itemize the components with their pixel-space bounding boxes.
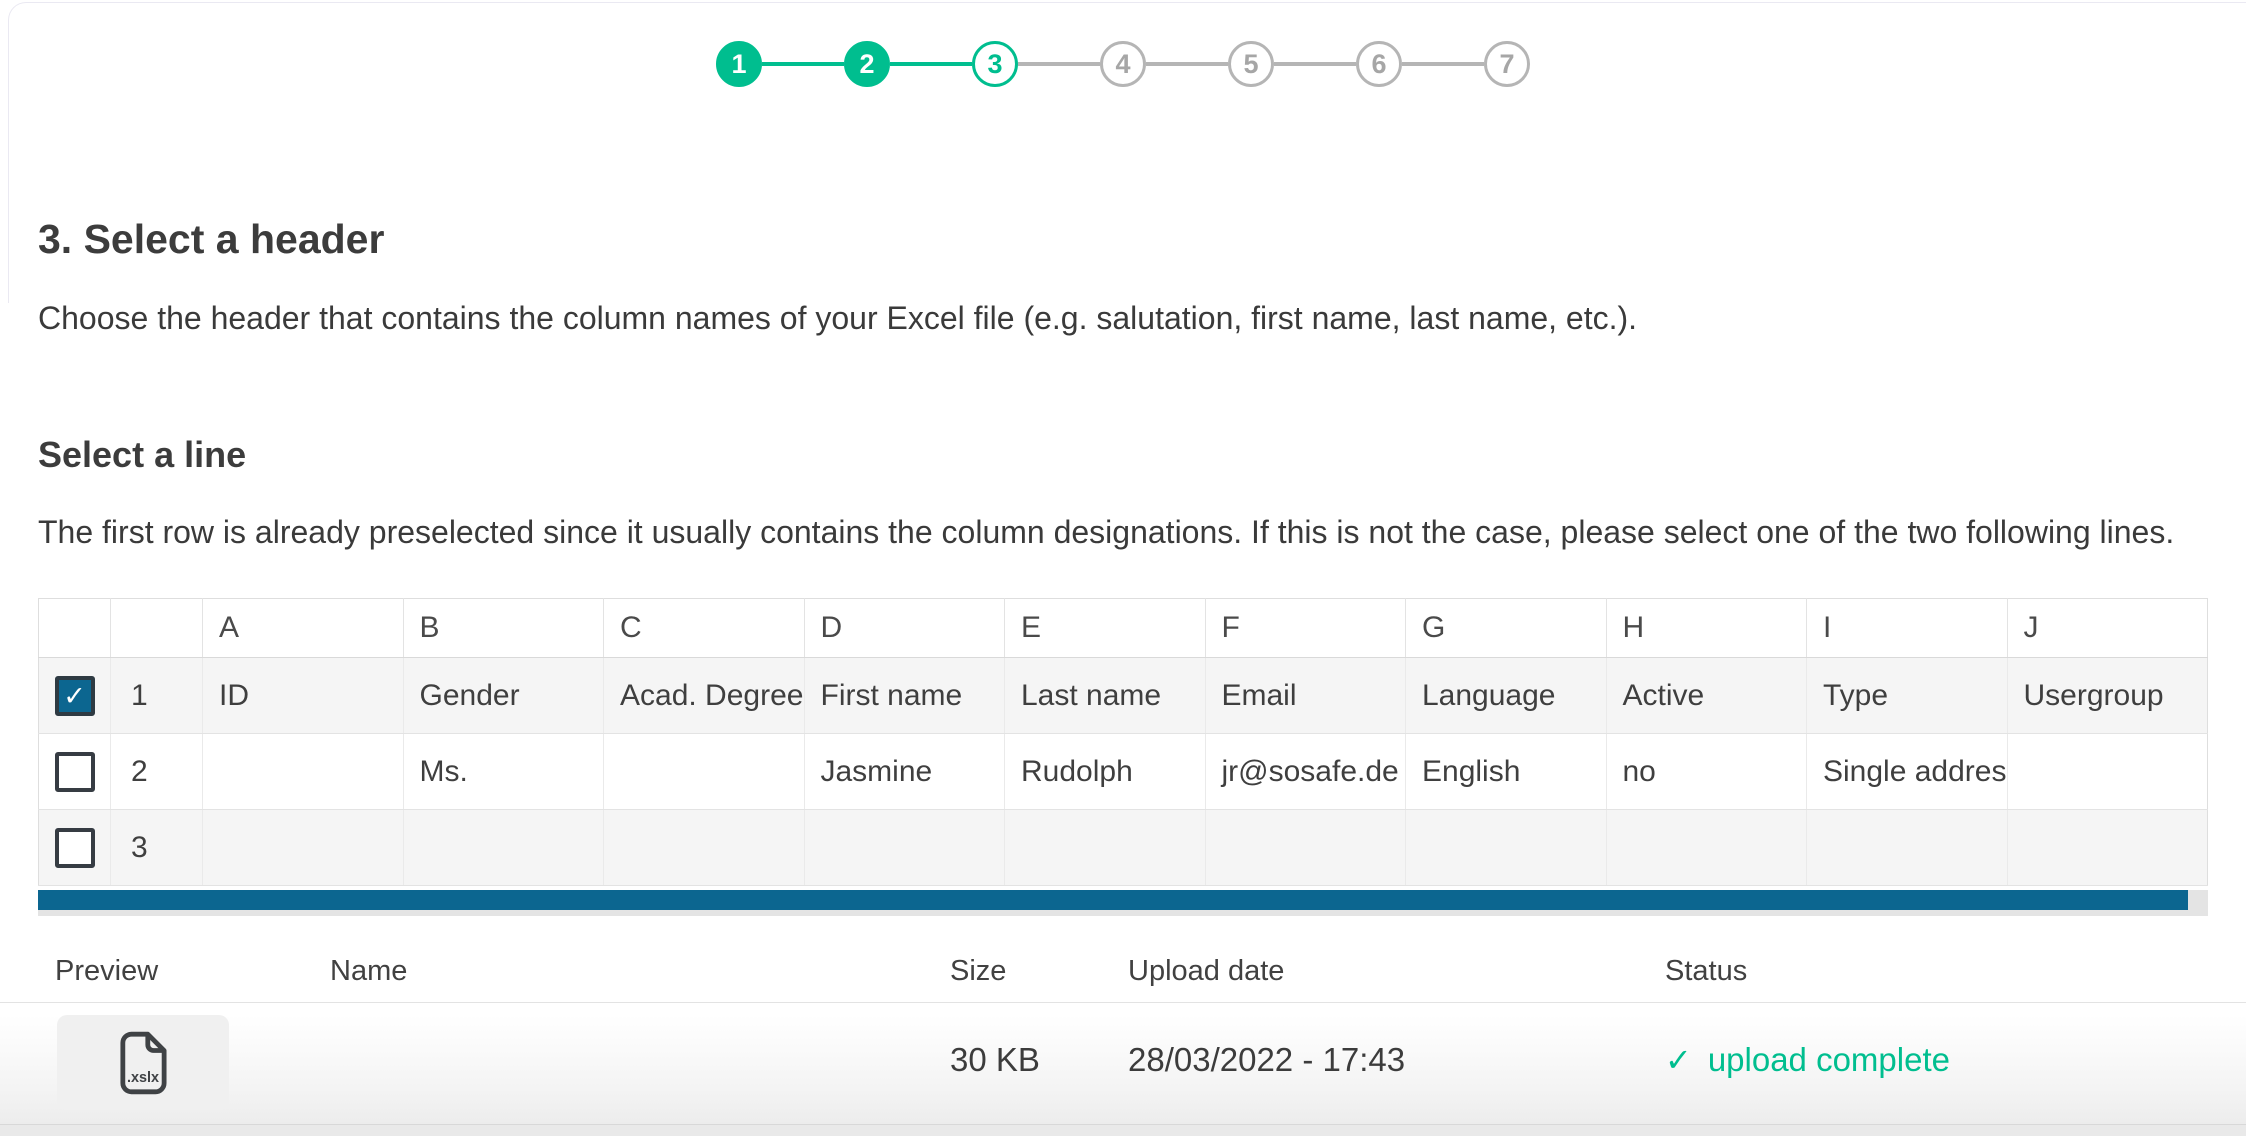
cell: Ms. — [403, 734, 604, 810]
cell: Last name — [1005, 658, 1206, 734]
column-letter: C — [604, 599, 805, 658]
file-status-value: ✓ upload complete — [1665, 1041, 1950, 1079]
step-indicator-6: 6 — [1356, 41, 1402, 87]
file-header-preview: Preview — [55, 955, 158, 988]
file-upload-date-value: 28/03/2022 - 17:43 — [1128, 1041, 1405, 1079]
cell — [1406, 810, 1607, 886]
row-1-checkbox[interactable]: ✓ — [55, 676, 95, 716]
page-intro-text: Choose the header that contains the colu… — [38, 296, 2196, 340]
column-letter: A — [203, 599, 404, 658]
step-indicator-7: 7 — [1484, 41, 1530, 87]
column-letter: F — [1205, 599, 1406, 658]
column-letter: E — [1005, 599, 1206, 658]
corner-cell — [111, 599, 203, 658]
uploaded-file-row: .xslx 30 KB 28/03/2022 - 17:43 ✓ upload … — [0, 1003, 2246, 1125]
check-icon: ✓ — [1665, 1041, 1692, 1079]
column-letter: H — [1606, 599, 1807, 658]
row-number: 3 — [111, 810, 203, 886]
cell — [1005, 810, 1206, 886]
row-number: 1 — [111, 658, 203, 734]
column-letter: I — [1807, 599, 2008, 658]
table-row-3[interactable]: ✓ 3 — [39, 810, 2208, 886]
row-3-checkbox[interactable]: ✓ — [55, 828, 95, 868]
cell — [2007, 810, 2208, 886]
file-list-header-row: Preview Name Size Upload date Status — [0, 955, 2246, 1001]
select-line-title: Select a line — [38, 434, 246, 476]
column-letter: J — [2007, 599, 2208, 658]
cell — [804, 810, 1005, 886]
cell: ID — [203, 658, 404, 734]
cell: Usergroup — [2007, 658, 2208, 734]
cell: Language — [1406, 658, 1607, 734]
page-title: 3. Select a header — [38, 216, 384, 263]
checkmark-icon: ✓ — [59, 680, 91, 712]
xslx-file-icon: .xslx — [119, 1031, 167, 1095]
column-letter: B — [403, 599, 604, 658]
cell — [203, 810, 404, 886]
step-connector-5-6 — [1274, 62, 1356, 66]
cell: Type — [1807, 658, 2008, 734]
file-status-label: upload complete — [1708, 1041, 1950, 1079]
row-2-checkbox[interactable]: ✓ — [55, 752, 95, 792]
wizard-stepper: 1 2 3 4 5 6 7 — [0, 41, 2246, 87]
cell — [604, 734, 805, 810]
table-row-1[interactable]: ✓ 1 ID Gender Acad. Degree First name La… — [39, 658, 2208, 734]
cell — [1606, 810, 1807, 886]
row-number: 2 — [111, 734, 203, 810]
step-connector-6-7 — [1402, 62, 1484, 66]
table-row-2[interactable]: ✓ 2 Ms. Jasmine Rudolph jr@sosafe.de Eng… — [39, 734, 2208, 810]
cell: no — [1606, 734, 1807, 810]
page-bottom-strip — [0, 1124, 2246, 1136]
row-2-checkbox-cell: ✓ — [39, 734, 111, 810]
file-header-name: Name — [330, 955, 407, 988]
cell — [604, 810, 805, 886]
horizontal-scrollbar-track[interactable] — [38, 890, 2208, 916]
cell — [1807, 810, 2008, 886]
horizontal-scrollbar-thumb[interactable] — [38, 890, 2188, 910]
row-1-checkbox-cell: ✓ — [39, 658, 111, 734]
step-connector-2-3 — [890, 62, 972, 66]
cell: Active — [1606, 658, 1807, 734]
step-connector-4-5 — [1146, 62, 1228, 66]
cell — [2007, 734, 2208, 810]
column-letter: G — [1406, 599, 1607, 658]
cell: jr@sosafe.de — [1205, 734, 1406, 810]
cell: Gender — [403, 658, 604, 734]
cell — [403, 810, 604, 886]
cell: Jasmine — [804, 734, 1005, 810]
step-connector-3-4 — [1018, 62, 1100, 66]
step-indicator-3: 3 — [972, 41, 1018, 87]
cell: Acad. Degree — [604, 658, 805, 734]
row-3-checkbox-cell: ✓ — [39, 810, 111, 886]
select-line-description: The first row is already preselected sin… — [38, 510, 2202, 554]
step-indicator-2[interactable]: 2 — [844, 41, 890, 87]
step-indicator-1[interactable]: 1 — [716, 41, 762, 87]
svg-text:.xslx: .xslx — [127, 1070, 159, 1086]
cell — [1205, 810, 1406, 886]
header-selection-table: A B C D E F G H I J ✓ 1 ID Gender Acad. … — [38, 598, 2208, 886]
cell — [203, 734, 404, 810]
step-connector-1-2 — [762, 62, 844, 66]
file-header-status: Status — [1665, 955, 1747, 988]
column-letter: D — [804, 599, 1005, 658]
file-header-size: Size — [950, 955, 1006, 988]
cell: Email — [1205, 658, 1406, 734]
file-preview-tile: .xslx — [57, 1015, 229, 1110]
step-indicator-4: 4 — [1100, 41, 1146, 87]
cell: Single address — [1807, 734, 2008, 810]
file-size-value: 30 KB — [950, 1041, 1040, 1079]
step-indicator-5: 5 — [1228, 41, 1274, 87]
cell: First name — [804, 658, 1005, 734]
cell: English — [1406, 734, 1607, 810]
corner-cell — [39, 599, 111, 658]
column-letter-row: A B C D E F G H I J — [39, 599, 2208, 658]
file-header-upload-date: Upload date — [1128, 955, 1284, 988]
cell: Rudolph — [1005, 734, 1206, 810]
